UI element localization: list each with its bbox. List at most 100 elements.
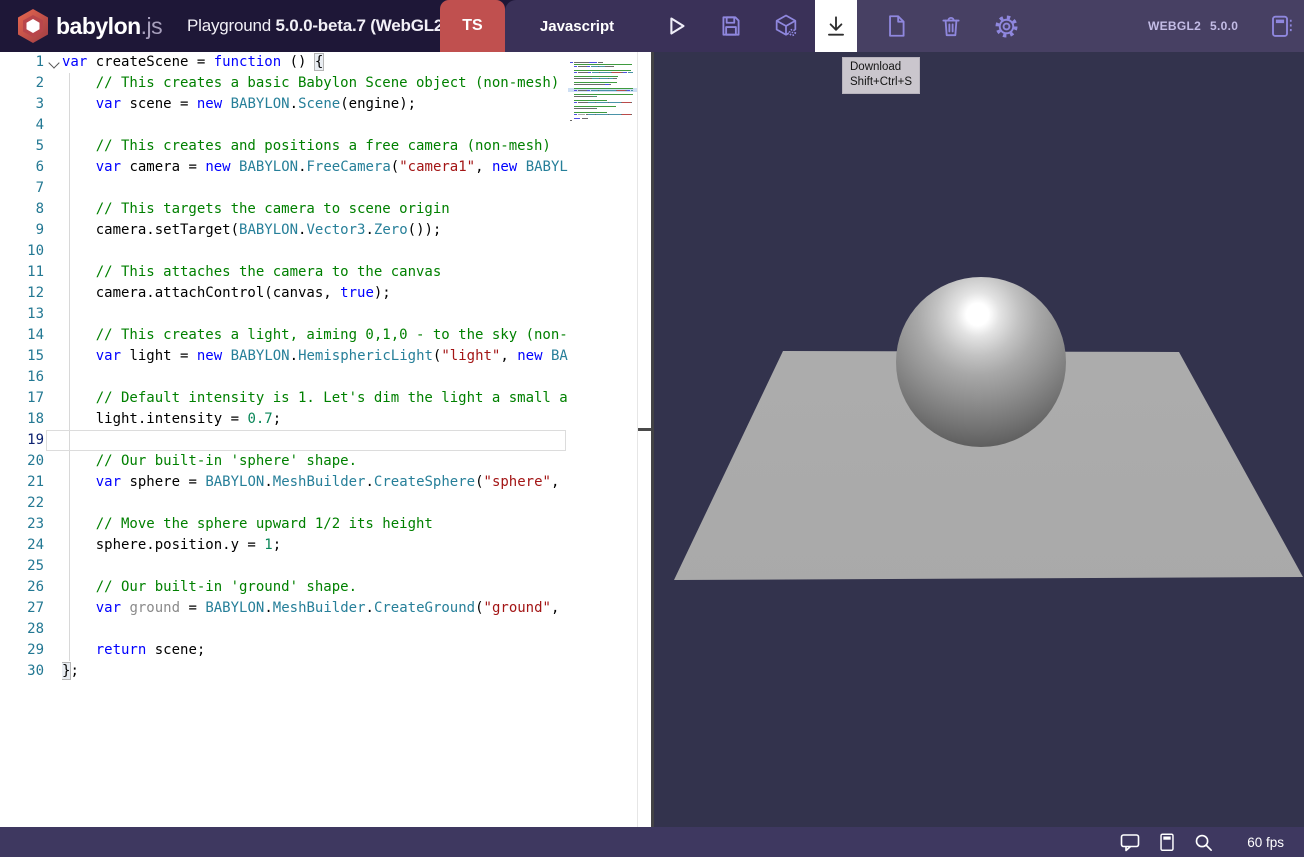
code-line[interactable]: // Move the sphere upward 1/2 its height — [62, 514, 568, 535]
code-line[interactable]: // This creates a light, aiming 0,1,0 - … — [62, 325, 568, 346]
splitter-grip[interactable] — [638, 428, 651, 431]
code-line[interactable]: var createScene = function () { — [62, 52, 568, 73]
code-line[interactable]: sphere.position.y = 1; — [62, 535, 568, 556]
download-button[interactable] — [815, 0, 857, 52]
save-button[interactable] — [709, 0, 753, 52]
minimap-content — [570, 53, 638, 113]
code-token: var — [96, 159, 121, 175]
code-lines[interactable]: var createScene = function () { // This … — [62, 52, 568, 827]
code-line[interactable]: var sphere = BABYLON.MeshBuilder.CreateS… — [62, 472, 568, 493]
code-line[interactable]: camera.setTarget(BABYLON.Vector3.Zero())… — [62, 220, 568, 241]
code-token — [543, 348, 551, 364]
code-token — [62, 600, 96, 616]
sphere-mesh — [896, 277, 1066, 447]
code-token — [517, 159, 525, 175]
code-token: Zero — [374, 222, 408, 238]
code-token: // Move the sphere upward 1/2 its height — [62, 516, 433, 532]
code-token: ); — [374, 285, 391, 301]
code-line[interactable] — [62, 367, 568, 388]
render-canvas[interactable] — [651, 52, 1304, 827]
code-line[interactable]: var scene = new BABYLON.Scene(engine); — [62, 94, 568, 115]
code-token: , — [551, 600, 559, 616]
search-button[interactable] — [1192, 831, 1215, 854]
code-line[interactable]: camera.attachControl(canvas, true); — [62, 283, 568, 304]
new-file-button[interactable] — [874, 0, 918, 52]
code-line[interactable]: // This creates a basic Babylon Scene ob… — [62, 73, 568, 94]
code-token: // Default intensity is 1. Let's dim the… — [62, 390, 568, 406]
engine-label: WEBGL2 — [1148, 0, 1201, 52]
minimap-token — [588, 114, 595, 116]
run-button[interactable] — [654, 0, 698, 52]
code-line[interactable] — [62, 115, 568, 136]
line-number: 10 — [0, 241, 44, 262]
line-number: 23 — [0, 514, 44, 535]
code-line[interactable]: }; — [62, 661, 568, 682]
code-token: MeshBuilder — [273, 474, 366, 490]
code-token: Vector3 — [306, 222, 365, 238]
minimap[interactable] — [568, 52, 638, 827]
line-number: 6 — [0, 157, 44, 178]
brand[interactable]: babylon.js — [14, 0, 162, 52]
code-line[interactable] — [62, 556, 568, 577]
code-line[interactable] — [62, 619, 568, 640]
line-number: 25 — [0, 556, 44, 577]
code-line[interactable]: var ground = BABYLON.MeshBuilder.CreateG… — [62, 598, 568, 619]
code-token: { — [315, 54, 323, 70]
delete-button[interactable] — [929, 0, 973, 52]
code-token — [231, 159, 239, 175]
code-token: MeshBuilder — [273, 600, 366, 616]
code-line[interactable]: // Our built-in 'ground' shape. — [62, 577, 568, 598]
code-line[interactable]: return scene; — [62, 640, 568, 661]
code-line[interactable] — [62, 430, 568, 451]
code-editor[interactable]: 1234567891011121314151617181920212223242… — [0, 52, 651, 827]
code-token: camera = — [121, 159, 205, 175]
typescript-toggle-button[interactable]: TS — [440, 0, 505, 52]
code-token: ; — [273, 411, 281, 427]
line-number: 3 — [0, 94, 44, 115]
version-label: 5.0.0 — [1210, 0, 1238, 52]
code-token: ()); — [408, 222, 442, 238]
code-token: , — [551, 474, 559, 490]
code-line[interactable]: light.intensity = 0.7; — [62, 409, 568, 430]
code-line[interactable] — [62, 241, 568, 262]
settings-button[interactable] — [984, 0, 1028, 52]
code-line[interactable]: // This targets the camera to scene orig… — [62, 199, 568, 220]
line-number: 16 — [0, 367, 44, 388]
code-token: . — [290, 96, 298, 112]
code-token — [222, 348, 230, 364]
code-line[interactable]: var light = new BABYLON.HemisphericLight… — [62, 346, 568, 367]
code-token: return — [96, 642, 147, 658]
play-icon — [661, 11, 691, 41]
minimap-token — [596, 114, 608, 116]
inspector-cube-gear-icon — [772, 12, 800, 40]
code-line[interactable]: // Our built-in 'sphere' shape. — [62, 451, 568, 472]
code-line[interactable]: var camera = new BABYLON.FreeCamera("cam… — [62, 157, 568, 178]
inspector-button[interactable] — [764, 0, 808, 52]
pane-splitter[interactable] — [638, 52, 651, 827]
code-line[interactable]: // This attaches the camera to the canva… — [62, 262, 568, 283]
code-token: BABYLON — [231, 96, 290, 112]
babylon-logo-icon — [14, 7, 52, 45]
code-token: var — [96, 96, 121, 112]
language-selector[interactable]: Javascript — [527, 0, 627, 52]
code-line[interactable]: // Default intensity is 1. Let's dim the… — [62, 388, 568, 409]
code-token: . — [365, 474, 373, 490]
minimap-token — [622, 102, 630, 104]
examples-button[interactable] — [1258, 0, 1302, 52]
minimap-token — [596, 108, 597, 110]
code-line[interactable]: // This creates and positions a free cam… — [62, 136, 568, 157]
code-token: camera.setTarget( — [62, 222, 239, 238]
comments-button[interactable] — [1118, 830, 1142, 854]
code-line[interactable] — [62, 178, 568, 199]
code-token: (engine); — [340, 96, 416, 112]
header-bar: babylon.js Playground 5.0.0-beta.7 (WebG… — [0, 0, 1304, 52]
line-number: 15 — [0, 346, 44, 367]
docs-button[interactable] — [1156, 831, 1178, 853]
line-number: 24 — [0, 535, 44, 556]
code-line[interactable] — [62, 493, 568, 514]
code-line[interactable] — [62, 304, 568, 325]
code-token: . — [298, 159, 306, 175]
fold-chevron-icon[interactable] — [48, 57, 59, 68]
code-token: CreateSphere — [374, 474, 475, 490]
minimap-line — [570, 81, 638, 83]
